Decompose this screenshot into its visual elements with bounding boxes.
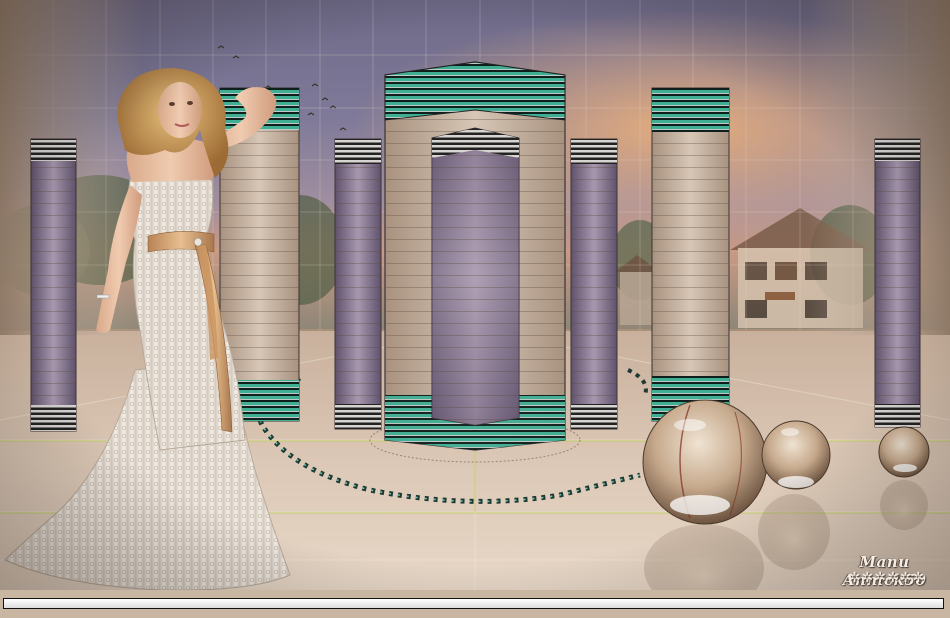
artwork-canvas: Manu Annick50 ✲✲✲✲✲✲: [0, 0, 950, 618]
bottom-frame-bar: [3, 598, 944, 609]
vignette: [0, 0, 950, 595]
signature-ornament: ✲✲✲✲✲✲: [848, 570, 926, 586]
scene-illustration: [0, 0, 950, 618]
